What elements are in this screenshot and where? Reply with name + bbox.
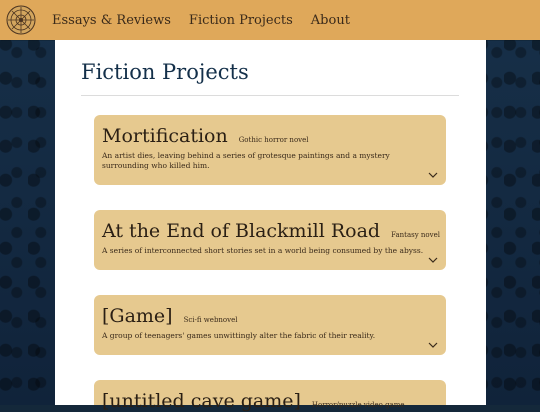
chevron-down-icon[interactable] <box>428 341 438 349</box>
project-title: Mortification <box>102 125 228 147</box>
page-title: Fiction Projects <box>81 60 249 84</box>
project-title: At the End of Blackmill Road <box>102 220 381 242</box>
project-description: A series of interconnected short stories… <box>102 246 424 255</box>
title-divider <box>81 95 459 96</box>
project-title: [Game] <box>102 305 173 327</box>
project-genre: Gothic horror novel <box>238 136 309 144</box>
main-content-panel: Fiction Projects Mortification Gothic ho… <box>55 40 486 412</box>
project-title: [untitled cave game] <box>102 390 301 412</box>
project-card-untitled-cave-game[interactable]: [untitled cave game] Horror/puzzle video… <box>94 380 446 412</box>
nav-link-essays-reviews[interactable]: Essays & Reviews <box>52 13 171 28</box>
project-genre: Fantasy novel <box>391 231 440 239</box>
nav-link-fiction-projects[interactable]: Fiction Projects <box>189 13 293 28</box>
project-description: A group of teenagers' games unwittingly … <box>102 331 376 340</box>
ornamental-medallion-icon[interactable] <box>6 5 36 35</box>
project-card-blackmill-road[interactable]: At the End of Blackmill Road Fantasy nov… <box>94 210 446 270</box>
chevron-down-icon[interactable] <box>428 171 438 179</box>
project-description: An artist dies, leaving behind a series … <box>102 151 390 170</box>
chevron-down-icon[interactable] <box>428 256 438 264</box>
project-card-mortification[interactable]: Mortification Gothic horror novel An art… <box>94 115 446 185</box>
top-navigation-bar: Essays & Reviews Fiction Projects About <box>0 0 540 40</box>
project-card-game[interactable]: [Game] Sci-fi webnovel A group of teenag… <box>94 295 446 355</box>
nav-link-about[interactable]: About <box>311 13 350 28</box>
project-genre: Horror/puzzle video game <box>311 401 405 409</box>
project-genre: Sci-fi webnovel <box>183 316 238 324</box>
